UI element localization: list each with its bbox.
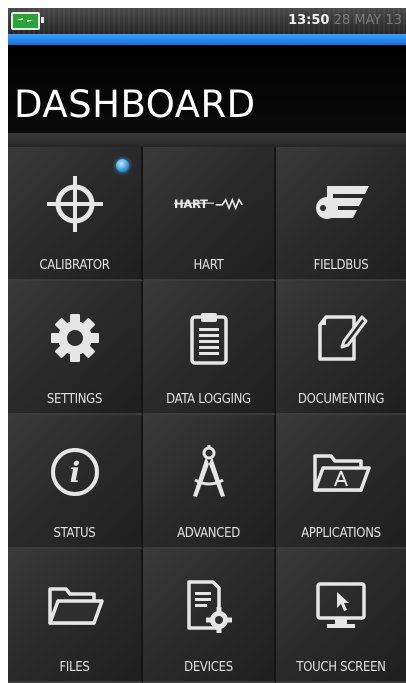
clock: 13:50 28 MAY 13 (288, 13, 402, 28)
monitor-cursor-icon (306, 575, 376, 637)
tile-label: SETTINGS (46, 392, 103, 407)
page-title: DASHBOARD (14, 83, 256, 126)
tile-applications[interactable]: APPLICATIONS (276, 415, 406, 549)
tile-label: DOCUMENTING (297, 392, 385, 407)
folder-icon (40, 575, 110, 637)
dashboard-grid: CALIBRATOR HART HART FIELDBUS SETTINGS D… (8, 147, 406, 683)
device-screen: 13:50 28 MAY 13 DASHBOARD CALIBRATOR HAR… (8, 8, 406, 683)
tile-touch-screen[interactable]: TOUCH SCREEN (276, 549, 406, 683)
hart-logo-icon: HART (173, 173, 244, 235)
compass-icon (174, 441, 244, 503)
clock-time: 13:50 (288, 13, 330, 28)
tile-label: CALIBRATOR (39, 258, 110, 273)
tile-files[interactable]: FILES (8, 549, 143, 683)
gear-icon (40, 307, 110, 369)
tile-label: STATUS (53, 526, 96, 541)
tile-label: DATA LOGGING (166, 392, 251, 407)
tile-hart[interactable]: HART HART (143, 147, 276, 281)
tile-advanced[interactable]: ADVANCED (143, 415, 276, 549)
tile-label: FILES (59, 660, 90, 675)
tile-label: TOUCH SCREEN (296, 660, 386, 675)
folder-app-icon (306, 441, 376, 503)
status-bar: 13:50 28 MAY 13 (8, 8, 406, 34)
tile-label: DEVICES (184, 660, 233, 675)
info-icon: i (40, 441, 110, 503)
header-separator (8, 133, 406, 147)
tile-calibrator[interactable]: CALIBRATOR (8, 147, 143, 281)
svg-text:HART: HART (174, 197, 208, 211)
tile-label: FIELDBUS (313, 258, 369, 273)
device-gear-icon (174, 575, 244, 637)
tile-data-logging[interactable]: DATA LOGGING (143, 281, 276, 415)
tile-documenting[interactable]: DOCUMENTING (276, 281, 406, 415)
clock-date: 28 MAY 13 (333, 13, 402, 28)
tile-fieldbus[interactable]: FIELDBUS (276, 147, 406, 281)
accent-bar (8, 34, 406, 45)
tile-status[interactable]: i STATUS (8, 415, 143, 549)
fieldbus-icon (306, 173, 376, 235)
tile-devices[interactable]: DEVICES (143, 549, 276, 683)
tile-label: APPLICATIONS (301, 526, 381, 541)
clipboard-icon (174, 307, 244, 369)
crosshair-icon (40, 173, 110, 235)
svg-text:i: i (69, 456, 80, 489)
tile-label: HART (193, 258, 224, 273)
status-indicator-led (116, 159, 129, 172)
tile-settings[interactable]: SETTINGS (8, 281, 143, 415)
header: DASHBOARD (8, 45, 406, 133)
document-pen-icon (306, 307, 376, 369)
tile-label: ADVANCED (177, 526, 240, 541)
battery-charging-icon (11, 12, 44, 30)
